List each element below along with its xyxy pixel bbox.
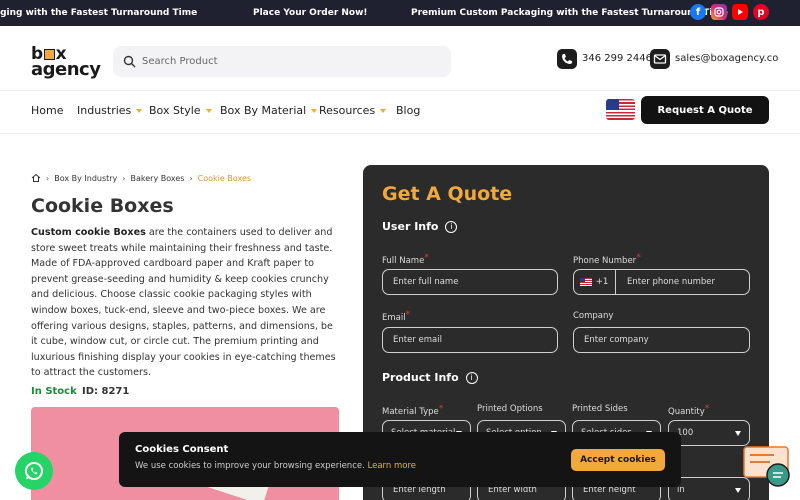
chevron-down-icon <box>735 431 741 436</box>
company-field[interactable] <box>573 327 750 353</box>
youtube-icon[interactable] <box>732 4 748 20</box>
accept-cookies-button[interactable]: Accept cookies <box>571 449 665 471</box>
product-id: ID: 8271 <box>82 386 130 397</box>
chevron-down-icon <box>205 109 212 113</box>
whatsapp-icon <box>25 462 43 480</box>
breadcrumb-link[interactable]: Box By Industry <box>54 174 117 183</box>
description-highlight: Custom cookie Boxes <box>31 227 146 238</box>
whatsapp-button[interactable] <box>15 452 53 490</box>
search-icon <box>123 55 136 68</box>
pinterest-icon[interactable]: p <box>753 4 769 20</box>
quantity-label: Quantity* <box>668 404 710 417</box>
cookie-text: We use cookies to improve your browsing … <box>135 461 416 471</box>
learn-more-link[interactable]: Learn more <box>368 461 416 471</box>
phone-label: Phone Number* <box>573 253 641 266</box>
nav-item-home[interactable]: Home <box>31 104 63 117</box>
cookie-title: Cookies Consent <box>135 444 229 455</box>
breadcrumb-current: Cookie Boxes <box>197 173 252 183</box>
announcement-text: Place Your Order Now! <box>253 8 368 18</box>
nav-item-resources[interactable]: Resources <box>319 104 387 117</box>
us-flag-icon <box>579 278 592 286</box>
logo-wordmark: agency <box>31 59 101 80</box>
phone-icon <box>557 49 577 69</box>
nav-item-industries[interactable]: Industries <box>77 104 143 117</box>
phone-field[interactable] <box>617 269 750 295</box>
email-address[interactable]: sales@boxagency.co <box>675 53 778 64</box>
full-name-label: Full Name* <box>382 253 429 266</box>
chevron-down-icon <box>311 109 318 113</box>
breadcrumb-link[interactable]: Bakery Boxes <box>131 174 185 183</box>
announcement-text: aging with the Fastest Turnaround Time <box>0 8 198 18</box>
search-bar[interactable] <box>113 46 451 77</box>
facebook-icon[interactable]: f <box>690 4 706 20</box>
chevron-down-icon <box>136 109 143 113</box>
printed-options-label: Printed Options <box>477 404 543 414</box>
user-info-heading: User Info i <box>382 220 458 233</box>
breadcrumb: › Box By Industry › Bakery Boxes › Cooki… <box>31 173 251 183</box>
chevron-down-icon <box>380 109 387 113</box>
stock-status: In Stock <box>31 386 77 397</box>
request-quote-button[interactable]: Request A Quote <box>641 96 769 124</box>
chat-support-icon <box>743 446 790 487</box>
printed-sides-label: Printed Sides <box>572 404 628 414</box>
info-icon[interactable]: i <box>445 220 458 233</box>
nav-item-box-by-material[interactable]: Box By Material <box>220 104 318 117</box>
home-icon[interactable] <box>31 173 41 183</box>
email-field[interactable] <box>382 327 558 353</box>
top-announcement-bar: aging with the Fastest Turnaround Time P… <box>0 0 800 26</box>
us-flag-icon[interactable] <box>606 99 635 120</box>
phone-number[interactable]: 346 299 2446 <box>582 53 652 64</box>
info-icon[interactable]: i <box>465 371 478 384</box>
mail-icon <box>650 49 670 69</box>
cookie-consent-banner: Cookies Consent We use cookies to improv… <box>119 432 681 487</box>
nav-item-blog[interactable]: Blog <box>396 104 420 117</box>
material-type-label: Material Type* <box>382 404 444 417</box>
email-label: Email* <box>382 310 411 323</box>
instagram-icon[interactable] <box>711 4 727 20</box>
quote-form-title: Get A Quote <box>382 183 513 205</box>
nav-item-box-style[interactable]: Box Style <box>149 104 212 117</box>
country-code-select[interactable]: +1 <box>573 269 616 295</box>
full-name-field[interactable] <box>382 269 558 295</box>
page-title: Cookie Boxes <box>31 195 174 217</box>
chevron-down-icon <box>735 488 741 493</box>
brand-logo[interactable]: bx agency <box>31 44 103 80</box>
announcement-text: Premium Custom Packaging with the Fastes… <box>411 8 728 18</box>
product-description: Custom cookie Boxes are the containers u… <box>31 227 336 379</box>
live-chat-button[interactable] <box>742 445 790 491</box>
search-input[interactable] <box>142 56 422 67</box>
company-label: Company <box>573 311 614 321</box>
product-info-heading: Product Info i <box>382 371 478 384</box>
